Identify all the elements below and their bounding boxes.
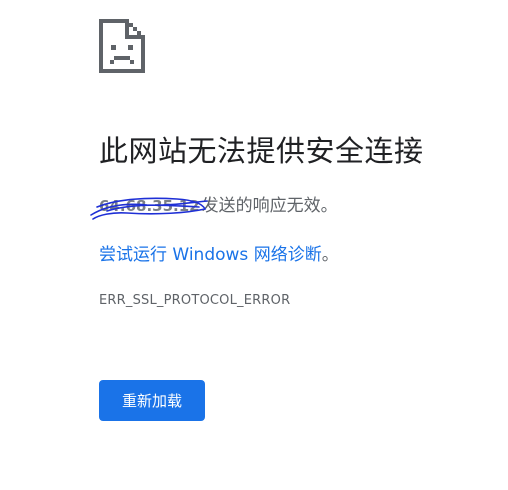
error-title: 此网站无法提供安全连接: [99, 134, 424, 168]
network-diagnostics-link[interactable]: 尝试运行 Windows 网络诊断: [99, 245, 322, 265]
description-suffix: 发送的响应无效。: [201, 196, 338, 216]
reload-button[interactable]: 重新加载: [99, 380, 205, 421]
diagnostics-line: 尝试运行 Windows 网络诊断。: [99, 240, 339, 265]
host-text: 64.68.35.12: [99, 197, 200, 215]
error-page: 此网站无法提供安全连接 64.68.35.12 发送的响应无效。 尝试运行 Wi…: [0, 0, 508, 490]
error-code: ERR_SSL_PROTOCOL_ERROR: [99, 293, 291, 308]
error-description: 64.68.35.12 发送的响应无效。: [90, 191, 338, 220]
diagnostics-suffix: 。: [321, 245, 339, 265]
sad-page-icon: [99, 19, 145, 73]
redacted-host: 64.68.35.12: [90, 197, 208, 220]
